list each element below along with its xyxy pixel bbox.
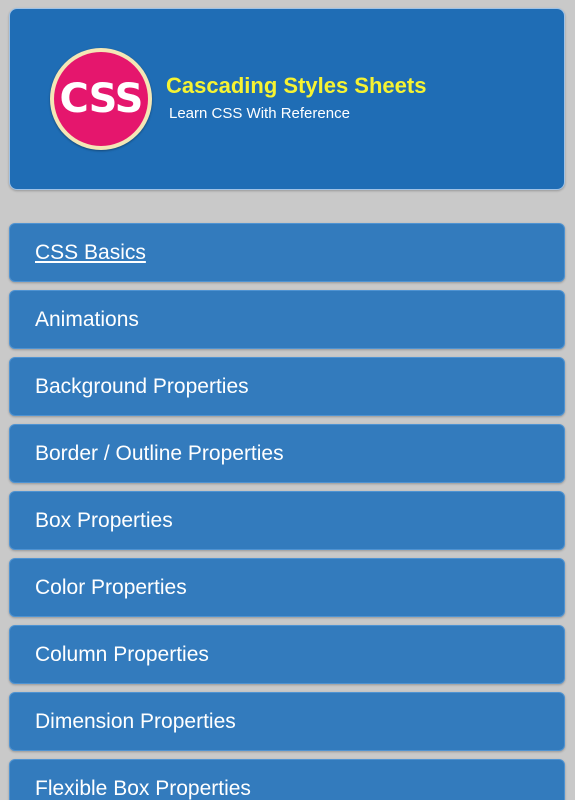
menu-item-label: Background Properties [35,374,249,398]
menu-item-dimension-properties[interactable]: Dimension Properties [9,692,565,751]
menu-item-css-basics[interactable]: CSS Basics [9,223,565,282]
menu-item-label: Dimension Properties [35,709,236,733]
menu-item-column-properties[interactable]: Column Properties [9,625,565,684]
menu-item-label: Border / Outline Properties [35,441,284,465]
menu-item-label: Box Properties [35,508,173,532]
app-screen: CSS Cascading Styles Sheets Learn CSS Wi… [0,0,575,800]
menu-item-label: Color Properties [35,575,187,599]
menu-item-label: Column Properties [35,642,209,666]
menu-item-animations[interactable]: Animations [9,290,565,349]
app-subtitle: Learn CSS With Reference [169,105,350,122]
header-banner: CSS Cascading Styles Sheets Learn CSS Wi… [9,8,565,190]
css-logo: CSS [50,48,152,150]
topic-menu: CSS Basics Animations Background Propert… [9,223,565,800]
menu-item-background-properties[interactable]: Background Properties [9,357,565,416]
menu-item-color-properties[interactable]: Color Properties [9,558,565,617]
app-title: Cascading Styles Sheets [166,73,427,98]
css-logo-text: CSS [54,52,148,146]
menu-item-label: CSS Basics [35,240,146,264]
menu-item-border-outline-properties[interactable]: Border / Outline Properties [9,424,565,483]
menu-item-label: Animations [35,307,139,331]
menu-item-box-properties[interactable]: Box Properties [9,491,565,550]
menu-item-flexible-box-properties[interactable]: Flexible Box Properties [9,759,565,800]
menu-item-label: Flexible Box Properties [35,776,251,800]
